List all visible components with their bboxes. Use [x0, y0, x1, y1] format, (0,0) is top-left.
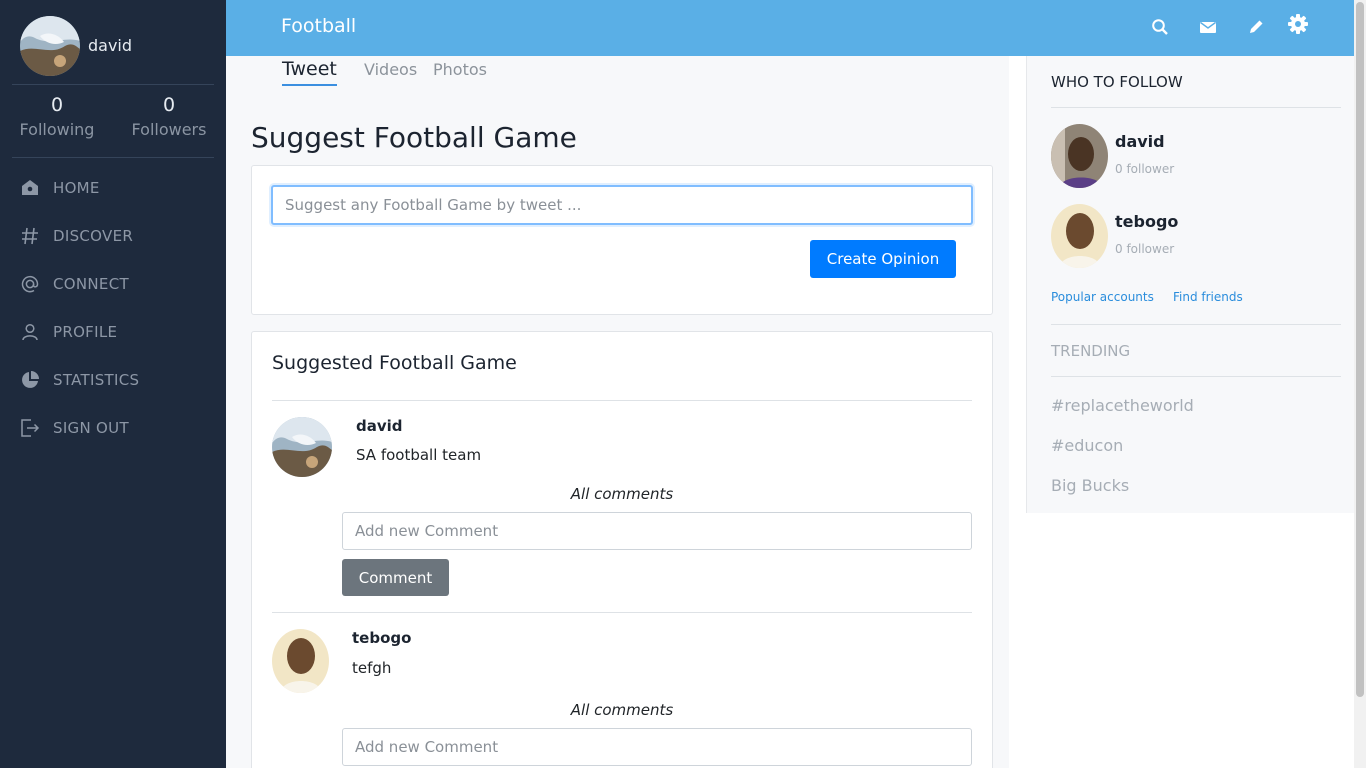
followers-stat[interactable]: 0 Followers — [119, 93, 219, 143]
tab-tweet[interactable]: Tweet — [282, 58, 337, 86]
tab-photos[interactable]: Photos — [433, 60, 487, 79]
suggest-game-input[interactable] — [271, 185, 973, 225]
follow-stats: 0 Following 0 Followers — [12, 85, 214, 158]
find-friends-link[interactable]: Find friends — [1173, 290, 1243, 304]
tab-videos[interactable]: Videos — [364, 60, 417, 79]
comment-input[interactable] — [342, 512, 972, 550]
post-author[interactable]: david — [356, 417, 403, 435]
suggest-card: Create Opinion — [251, 165, 993, 315]
envelope-icon[interactable] — [1197, 16, 1219, 38]
pie-chart-icon — [20, 370, 40, 390]
all-comments-link[interactable]: All comments — [302, 701, 942, 719]
home-icon — [20, 178, 40, 198]
comment-button[interactable]: Comment — [342, 559, 449, 596]
pencil-icon[interactable] — [1245, 16, 1267, 38]
post-text: SA football team — [356, 446, 482, 464]
post-author[interactable]: tebogo — [352, 629, 411, 647]
hash-icon — [20, 226, 40, 246]
followers-label: Followers — [131, 120, 207, 139]
divider — [1051, 324, 1341, 325]
avatar[interactable] — [272, 629, 329, 693]
sidebar-item-label: CONNECT — [53, 275, 129, 293]
avatar[interactable] — [20, 16, 80, 76]
user-icon — [20, 322, 40, 342]
avatar[interactable] — [272, 417, 332, 477]
gear-icon[interactable] — [1287, 13, 1309, 35]
follow-suggestion-name[interactable]: tebogo — [1115, 212, 1178, 231]
following-count: 0 — [50, 94, 64, 116]
page-title: Suggest Football Game — [251, 121, 577, 154]
follow-suggestion-name[interactable]: david — [1115, 132, 1165, 151]
suggested-games-card: Suggested Football Game david SA footbal… — [251, 331, 993, 768]
trending-heading: TRENDING — [1051, 342, 1131, 360]
trending-item[interactable]: #replacetheworld — [1051, 396, 1194, 415]
sidebar-item-sign-out[interactable]: SIGN OUT — [0, 404, 226, 452]
who-to-follow-heading: WHO TO FOLLOW — [1051, 73, 1183, 91]
sidebar-item-profile[interactable]: PROFILE — [0, 308, 226, 356]
sidebar-item-statistics[interactable]: STATISTICS — [0, 356, 226, 404]
sidebar-item-discover[interactable]: DISCOVER — [0, 212, 226, 260]
divider — [272, 400, 972, 401]
all-comments-link[interactable]: All comments — [302, 485, 942, 503]
avatar[interactable] — [1051, 204, 1108, 268]
following-stat[interactable]: 0 Following — [7, 93, 107, 143]
sidebar-item-label: DISCOVER — [53, 227, 134, 245]
avatar[interactable] — [1051, 124, 1108, 188]
sidebar-item-label: PROFILE — [53, 323, 118, 341]
follow-suggestion-count: 0 follower — [1115, 242, 1175, 256]
followers-count: 0 — [162, 94, 176, 116]
divider — [1051, 107, 1341, 108]
follow-suggestion-count: 0 follower — [1115, 162, 1175, 176]
right-panel: WHO TO FOLLOW david 0 follower tebogo 0 … — [1026, 56, 1354, 513]
following-label: Following — [19, 120, 95, 139]
trending-item[interactable]: #educon — [1051, 436, 1123, 455]
feed-title: Suggested Football Game — [272, 352, 517, 374]
at-icon — [20, 274, 40, 294]
sign-out-icon — [20, 418, 40, 438]
sidebar-item-home[interactable]: HOME — [0, 164, 226, 212]
search-icon[interactable] — [1149, 16, 1171, 38]
main-content: Tweet Videos Photos Suggest Football Gam… — [226, 56, 1009, 768]
divider — [1051, 376, 1341, 377]
comment-input[interactable] — [342, 728, 972, 766]
divider — [272, 612, 972, 613]
popular-accounts-link[interactable]: Popular accounts — [1051, 290, 1154, 304]
post-text: tefgh — [352, 659, 392, 677]
create-opinion-button[interactable]: Create Opinion — [810, 240, 956, 278]
sidebar-profile: david — [12, 0, 214, 85]
profile-username[interactable]: david — [88, 36, 132, 55]
scrollbar-thumb[interactable] — [1356, 2, 1364, 697]
page-header-title: Football — [281, 15, 357, 37]
top-bar: Football — [226, 0, 1354, 56]
sidebar-nav: HOME DISCOVER CONNECT PROFILE STATISTICS — [0, 164, 226, 452]
trending-item[interactable]: Big Bucks — [1051, 476, 1129, 495]
sidebar-item-label: STATISTICS — [53, 371, 140, 389]
sidebar-item-label: HOME — [53, 179, 100, 197]
sidebar-item-label: SIGN OUT — [53, 419, 129, 437]
page-scrollbar[interactable] — [1354, 0, 1366, 768]
sidebar: david 0 Following 0 Followers HOME DISCO… — [0, 0, 226, 768]
sidebar-item-connect[interactable]: CONNECT — [0, 260, 226, 308]
